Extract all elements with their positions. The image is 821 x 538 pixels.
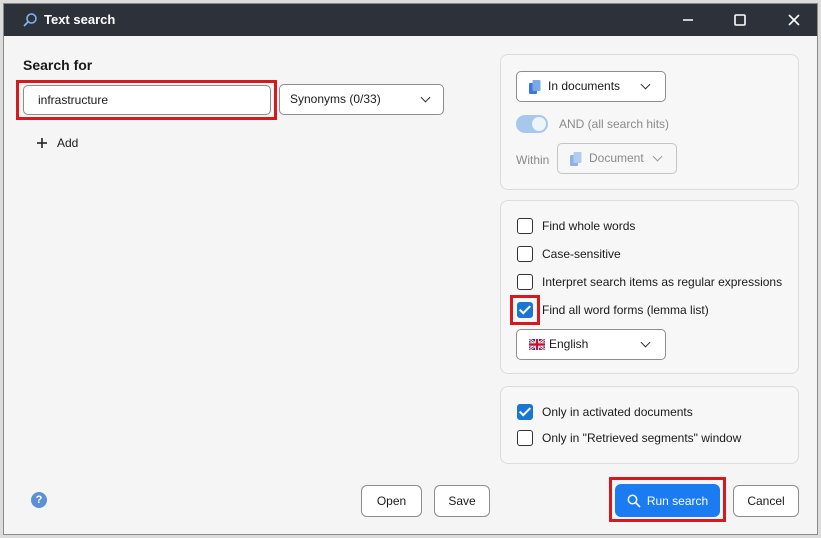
in-documents-dropdown[interactable]: In documents: [516, 71, 666, 102]
maximize-button[interactable]: [722, 8, 758, 32]
activated-documents-label: Only in activated documents: [542, 405, 693, 419]
language-label: English: [549, 337, 589, 351]
word-forms-checkbox[interactable]: [517, 302, 533, 318]
chevron-down-icon: [640, 337, 651, 348]
document-label: Document: [589, 151, 644, 165]
minimize-button[interactable]: [670, 8, 706, 32]
whole-words-checkbox[interactable]: [517, 218, 533, 234]
within-dropdown[interactable]: Document: [557, 143, 677, 174]
title-bar: Text search: [4, 4, 817, 36]
retrieved-segments-label: Only in "Retrieved segments" window: [542, 431, 742, 445]
retrieved-segments-checkbox[interactable]: [517, 430, 533, 446]
run-search-button[interactable]: Run search: [615, 484, 720, 517]
chevron-down-icon: [420, 92, 431, 103]
documents-icon: [529, 80, 541, 94]
minimize-icon: [683, 19, 693, 21]
search-icon: [23, 13, 37, 27]
maximize-icon: [734, 14, 746, 26]
run-search-label: Run search: [646, 493, 709, 508]
window-title: Text search: [44, 12, 116, 27]
case-sensitive-checkbox[interactable]: [517, 246, 533, 262]
filter-panel: [500, 386, 799, 464]
add-label: Add: [57, 136, 79, 150]
search-icon: [627, 494, 641, 508]
synonyms-label: Synonyms (0/33): [290, 92, 381, 106]
regex-label: Interpret search items as regular expres…: [542, 275, 783, 289]
synonyms-dropdown[interactable]: Synonyms (0/33): [279, 84, 444, 115]
in-documents-label: In documents: [548, 79, 621, 93]
within-label: Within: [516, 153, 550, 167]
document-icon: [570, 152, 582, 166]
whole-words-label: Find whole words: [542, 219, 636, 233]
uk-flag-icon: [529, 339, 545, 350]
case-sensitive-label: Case-sensitive: [542, 247, 621, 261]
search-for-heading: Search for: [23, 57, 93, 73]
and-toggle[interactable]: [516, 115, 548, 133]
save-button[interactable]: Save: [434, 485, 490, 517]
close-icon: [788, 14, 800, 26]
word-forms-label: Find all word forms (lemma list): [542, 303, 709, 317]
add-button[interactable]: Add: [36, 135, 78, 151]
search-input[interactable]: infrastructure: [23, 85, 271, 115]
open-button[interactable]: Open: [361, 485, 422, 517]
close-button[interactable]: [776, 8, 812, 32]
plus-icon: [37, 138, 47, 148]
activated-documents-checkbox[interactable]: [517, 404, 533, 420]
chevron-down-icon: [652, 151, 663, 162]
and-label: AND (all search hits): [559, 117, 670, 131]
chevron-down-icon: [640, 79, 651, 90]
text-search-dialog: Text search Search for infrastructure Sy…: [3, 3, 818, 535]
regex-checkbox[interactable]: [517, 274, 533, 290]
language-dropdown[interactable]: English: [516, 329, 666, 360]
help-icon[interactable]: ?: [31, 492, 47, 508]
cancel-button[interactable]: Cancel: [733, 485, 799, 517]
